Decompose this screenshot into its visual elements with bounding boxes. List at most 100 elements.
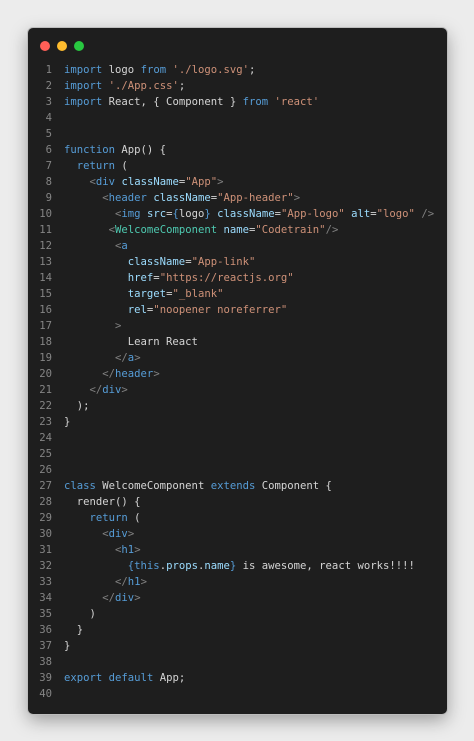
code-token: import [64, 96, 103, 108]
code-text[interactable]: className="App-link" [64, 254, 256, 270]
code-line: 19 </a> [28, 350, 447, 366]
line-number: 2 [45, 80, 52, 92]
code-token: return [76, 160, 116, 172]
code-token: > [134, 352, 141, 364]
code-line: 26 [28, 462, 447, 478]
line-number: 15 [39, 288, 52, 300]
code-text[interactable]: import './App.css'; [64, 78, 185, 94]
code-text[interactable]: > [64, 318, 121, 334]
line-number: 24 [39, 432, 52, 444]
code-text[interactable]: <header className="App-header"> [64, 190, 300, 206]
code-text[interactable]: export default App; [64, 670, 185, 686]
code-text[interactable]: {this.props.name} is awesome, react work… [64, 558, 415, 574]
code-text[interactable]: } [64, 638, 70, 654]
line-number: 34 [39, 592, 52, 604]
code-token: h1 [127, 576, 141, 588]
code-text[interactable]: ); [64, 398, 90, 414]
code-text[interactable]: class WelcomeComponent extends Component… [64, 478, 332, 494]
code-token: > [140, 576, 147, 588]
code-text[interactable]: <div> [64, 526, 134, 542]
line-number: 7 [45, 160, 52, 172]
code-token: "noopener noreferrer" [153, 304, 288, 316]
line-number: 40 [39, 688, 52, 700]
line-number: 9 [45, 192, 52, 204]
code-text[interactable]: import logo from './logo.svg'; [64, 62, 255, 78]
code-line: 18 Learn React [28, 334, 447, 350]
line-number: 13 [39, 256, 52, 268]
code-token: header [115, 368, 154, 380]
code-text[interactable]: href="https://reactjs.org" [64, 270, 294, 286]
line-number: 30 [39, 528, 52, 540]
minimize-dot[interactable] [57, 41, 67, 51]
code-token: div [115, 592, 135, 604]
code-token: > [127, 528, 135, 540]
code-line: 29 return ( [28, 510, 447, 526]
code-text[interactable]: <h1> [64, 542, 141, 558]
code-token: function [64, 144, 116, 156]
code-token: Learn React [64, 336, 198, 348]
code-token: 'react' [274, 96, 320, 108]
line-number: 17 [39, 320, 52, 332]
code-text[interactable]: </a> [64, 350, 141, 366]
code-line: 21 </div> [28, 382, 447, 398]
code-token: import [64, 64, 103, 76]
code-line: 14 href="https://reactjs.org" [28, 270, 447, 286]
code-token: > [134, 592, 141, 604]
code-token: export [64, 672, 103, 684]
code-text[interactable]: <div className="App"> [64, 174, 224, 190]
code-text[interactable]: render() { [64, 494, 141, 510]
close-dot[interactable] [40, 41, 50, 51]
code-text[interactable]: </h1> [64, 574, 147, 590]
line-number: 20 [39, 368, 52, 380]
code-line: 1 import logo from './logo.svg'; [28, 62, 447, 78]
code-token: > [134, 544, 141, 556]
code-text[interactable]: <img src={logo} className="App-logo" alt… [64, 206, 434, 222]
code-line: 24 [28, 430, 447, 446]
code-line: 7 return ( [28, 158, 447, 174]
code-token: /> [421, 208, 435, 220]
code-token: default [108, 672, 154, 684]
code-line: 3 import React, { Component } from 'react… [28, 94, 447, 110]
zoom-dot[interactable] [74, 41, 84, 51]
code-token: ; [178, 80, 186, 92]
code-token: "App-logo" [280, 208, 345, 220]
code-text[interactable]: <a [64, 238, 128, 254]
code-text[interactable]: return ( [64, 510, 141, 526]
code-line: 9 <header className="App-header"> [28, 190, 447, 206]
code-token: } [64, 640, 71, 652]
code-text[interactable]: return ( [64, 158, 128, 174]
code-editor: 1 import logo from './logo.svg'; 2 import '… [28, 62, 447, 702]
code-text[interactable]: target="_blank" [64, 286, 224, 302]
code-text[interactable]: } [64, 622, 83, 638]
code-token: "https://reactjs.org" [159, 272, 294, 284]
code-text[interactable]: Learn React [64, 334, 198, 350]
line-number: 4 [45, 112, 52, 124]
code-line: 40 [28, 686, 447, 702]
code-token: target [127, 288, 167, 300]
code-token: ; [249, 64, 256, 76]
code-text[interactable]: </div> [64, 382, 128, 398]
code-text[interactable]: function App() { [64, 142, 166, 158]
code-text[interactable]: import React, { Component } from 'react' [64, 94, 319, 110]
code-text[interactable]: </div> [64, 590, 141, 606]
line-number: 12 [39, 240, 52, 252]
code-text[interactable]: rel="noopener noreferrer" [64, 302, 287, 318]
code-text[interactable]: <WelcomeComponent name="Codetrain"/> [64, 222, 339, 238]
code-line: 4 [28, 110, 447, 126]
code-token: return [89, 512, 128, 524]
code-text[interactable]: } [64, 414, 70, 430]
code-text[interactable]: </header> [64, 366, 159, 382]
code-text[interactable]: ) [64, 606, 96, 622]
line-number: 31 [39, 544, 52, 556]
